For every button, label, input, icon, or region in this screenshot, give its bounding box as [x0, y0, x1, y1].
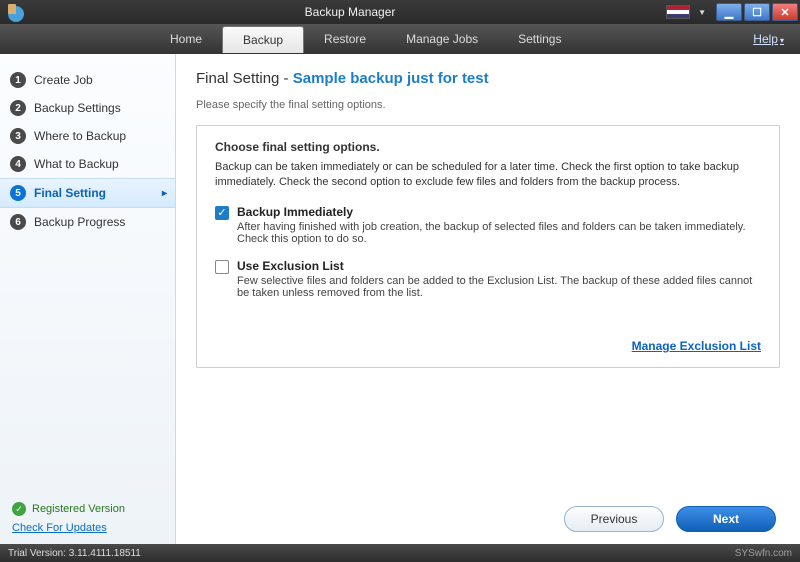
- chevron-down-icon: ▾: [780, 36, 784, 45]
- page-title: Final Setting - Sample backup just for t…: [196, 70, 780, 87]
- step-label: Backup Progress: [34, 215, 125, 229]
- content-area: 1Create Job 2Backup Settings 3Where to B…: [0, 54, 800, 544]
- app-icon: [2, 2, 30, 22]
- help-menu[interactable]: Help▾: [753, 32, 790, 46]
- manage-exclusion-row: Manage Exclusion List: [215, 339, 761, 353]
- manage-exclusion-link[interactable]: Manage Exclusion List: [632, 339, 761, 353]
- job-name: Sample backup just for test: [293, 70, 489, 87]
- step-label: Where to Backup: [34, 129, 126, 143]
- step-label: Backup Settings: [34, 101, 121, 115]
- option-backup-immediately[interactable]: ✓ Backup Immediately After having finish…: [215, 205, 761, 245]
- wizard-steps: 1Create Job 2Backup Settings 3Where to B…: [0, 54, 175, 236]
- watermark: SYSwfn.com: [735, 548, 792, 559]
- main-panel: Final Setting - Sample backup just for t…: [176, 54, 800, 544]
- status-bar: Trial Version: 3.11.4111.18511 SYSwfn.co…: [0, 544, 800, 562]
- tab-backup[interactable]: Backup: [222, 26, 304, 53]
- panel-intro: Backup can be taken immediately or can b…: [215, 160, 761, 191]
- tab-manage-jobs[interactable]: Manage Jobs: [386, 26, 498, 52]
- tab-home[interactable]: Home: [150, 26, 222, 52]
- window-title: Backup Manager: [34, 5, 666, 19]
- option-label: Backup Immediately: [237, 205, 761, 219]
- options-panel: Choose final setting options. Backup can…: [196, 125, 780, 368]
- tab-restore[interactable]: Restore: [304, 26, 386, 52]
- page-subtitle: Please specify the final setting options…: [196, 99, 780, 111]
- close-button[interactable]: ✕: [772, 3, 798, 21]
- title-bar: Backup Manager ▼ ▁ ☐ ✕: [0, 0, 800, 24]
- step-backup-progress[interactable]: 6Backup Progress: [0, 208, 175, 236]
- step-label: What to Backup: [34, 157, 119, 171]
- chevron-down-icon[interactable]: ▼: [698, 8, 706, 17]
- wizard-sidebar: 1Create Job 2Backup Settings 3Where to B…: [0, 54, 176, 544]
- step-label: Final Setting: [34, 186, 106, 200]
- check-circle-icon: ✓: [12, 502, 26, 516]
- checkbox-icon: ✓: [215, 206, 229, 220]
- next-button[interactable]: Next: [676, 506, 776, 532]
- registered-label: Registered Version: [32, 503, 125, 515]
- maximize-button[interactable]: ☐: [744, 3, 770, 21]
- option-desc: Few selective files and folders can be a…: [237, 275, 761, 299]
- step-what-to-backup[interactable]: 4What to Backup: [0, 150, 175, 178]
- option-label: Use Exclusion List: [237, 259, 761, 273]
- registered-status: ✓ Registered Version: [12, 502, 163, 516]
- wizard-buttons: Previous Next: [196, 492, 780, 532]
- window-controls: ▁ ☐ ✕: [714, 3, 798, 21]
- panel-heading: Choose final setting options.: [215, 140, 761, 154]
- sidebar-footer: ✓ Registered Version Check For Updates: [0, 492, 175, 544]
- step-final-setting[interactable]: 5Final Setting: [0, 178, 175, 208]
- step-where-to-backup[interactable]: 3Where to Backup: [0, 122, 175, 150]
- option-desc: After having finished with job creation,…: [237, 221, 761, 245]
- tab-settings[interactable]: Settings: [498, 26, 581, 52]
- locale-flag-icon[interactable]: [666, 5, 690, 19]
- trial-version-label: Trial Version: 3.11.4111.18511: [8, 548, 141, 559]
- minimize-button[interactable]: ▁: [716, 3, 742, 21]
- menu-bar: Home Backup Restore Manage Jobs Settings…: [0, 24, 800, 54]
- step-label: Create Job: [34, 73, 93, 87]
- step-backup-settings[interactable]: 2Backup Settings: [0, 94, 175, 122]
- check-updates-link[interactable]: Check For Updates: [12, 522, 163, 534]
- step-create-job[interactable]: 1Create Job: [0, 66, 175, 94]
- option-use-exclusion-list[interactable]: Use Exclusion List Few selective files a…: [215, 259, 761, 299]
- previous-button[interactable]: Previous: [564, 506, 664, 532]
- checkbox-icon: [215, 260, 229, 274]
